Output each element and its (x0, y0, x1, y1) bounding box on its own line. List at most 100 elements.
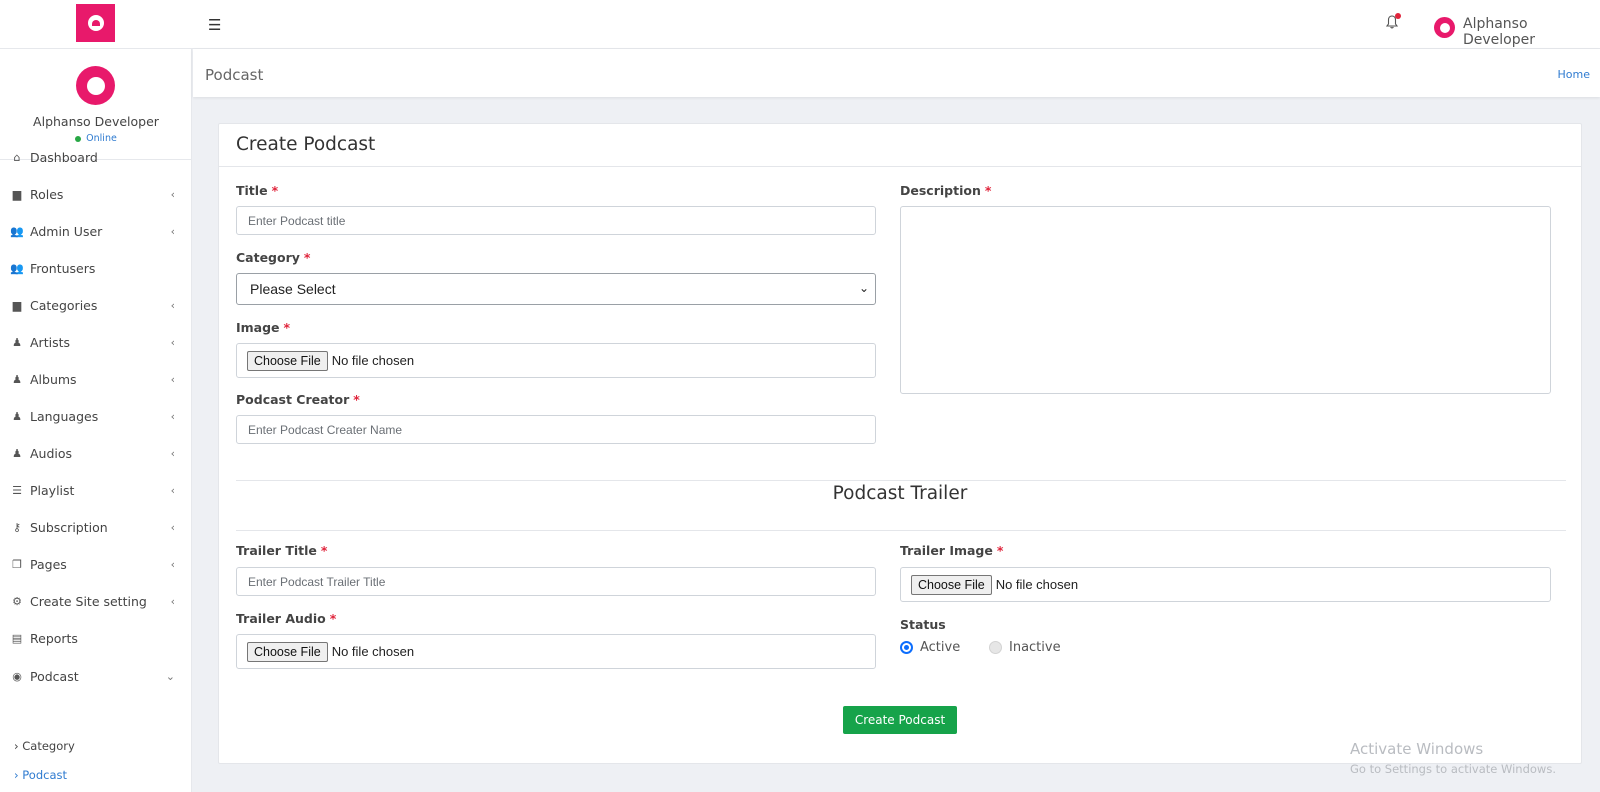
title-label: Title * (236, 183, 279, 198)
content-header: Podcast Home (193, 49, 1600, 97)
sidebar-item-create-site-setting[interactable]: ⚙ Create Site setting ‹ (0, 583, 192, 619)
key-icon: ⚷ (12, 520, 22, 534)
create-podcast-card: Create Podcast Title* Category* Please S… (218, 123, 1582, 764)
sidebar-item-languages[interactable]: ♟ Languages ‹ (0, 398, 192, 434)
category-selected-value: Please Select (250, 281, 336, 297)
sidebar-item-label: Reports (30, 630, 78, 646)
file-excel-icon: ▤ (11, 631, 23, 645)
sidebar-item-roles[interactable]: ▆ Roles ‹ (0, 176, 192, 212)
chevron-left-icon: ‹ (170, 372, 175, 386)
sidebar-item-label: Artists (30, 334, 70, 350)
sidebar-item-label: Languages (30, 408, 99, 424)
logo-mark-icon (87, 15, 104, 31)
sidebar-item-podcast[interactable]: ◉ Podcast ⌄ (0, 658, 192, 694)
sidebar-item-label: Playlist (30, 482, 75, 498)
sidebar-item-admin-user[interactable]: 👥 Admin User ‹ (0, 213, 192, 249)
title-input[interactable] (236, 206, 876, 235)
top-navbar: ☰ Alphanso Developer (0, 0, 1600, 49)
podcast-creator-input[interactable] (236, 415, 876, 444)
sidebar-item-label: Categories (30, 297, 98, 313)
briefcase-icon: ▆ (12, 298, 22, 312)
status-inactive-radio[interactable] (989, 641, 1002, 654)
briefcase-icon: ▆ (12, 187, 22, 201)
chevron-left-icon: ‹ (170, 483, 175, 497)
image-file-status: No file chosen (331, 353, 415, 368)
chevron-left-icon: ‹ (170, 520, 175, 534)
podcast-trailer-heading: Podcast Trailer (832, 483, 968, 504)
trailer-audio-choose-file-button[interactable]: Choose File (247, 641, 328, 662)
app-logo[interactable] (76, 4, 115, 42)
description-textarea[interactable] (900, 206, 1551, 394)
person-icon: ♟ (12, 372, 22, 386)
person-icon: ♟ (12, 409, 22, 423)
podcast-creator-label: Podcast Creator * (236, 392, 360, 407)
sidebar-item-frontusers[interactable]: 👥 Frontusers (0, 250, 192, 286)
status-label: Status (900, 617, 946, 632)
gears-icon: ⚙ (12, 594, 22, 608)
description-label: Description * (900, 183, 992, 198)
breadcrumb-home-link[interactable]: Home (1558, 68, 1590, 81)
activate-windows-subtitle: Go to Settings to activate Windows. (1350, 762, 1556, 776)
sidebar: Alphanso Developer Online ⌂ Dashboard ▆ Rol… (0, 49, 192, 792)
status-active-option[interactable]: Active (900, 640, 960, 655)
sidebar-item-dashboard[interactable]: ⌂ Dashboard (0, 139, 192, 175)
chevron-left-icon: ‹ (170, 446, 175, 460)
sidebar-item-label: Pages (30, 556, 67, 572)
section-divider-bottom (236, 530, 1566, 531)
sidebar-item-label: Admin User (30, 223, 103, 239)
sidebar-item-label: Audios (30, 445, 73, 461)
chevron-left-icon: ‹ (170, 335, 175, 349)
create-podcast-button[interactable]: Create Podcast (843, 706, 957, 734)
users-icon: 👥 (10, 261, 24, 275)
users-icon: 👥 (10, 224, 24, 238)
chevron-left-icon: ‹ (170, 187, 175, 201)
activate-windows-title: Activate Windows (1350, 740, 1484, 758)
sidebar-item-label: Podcast (30, 668, 79, 684)
trailer-audio-file-input[interactable]: Choose File No file chosen (236, 634, 876, 669)
notification-badge (1395, 13, 1401, 19)
profile-avatar (76, 66, 115, 105)
image-file-input[interactable]: Choose File No file chosen (236, 343, 876, 378)
category-select[interactable]: Please Select ⌄ (236, 273, 876, 305)
user-avatar[interactable] (1434, 17, 1455, 38)
status-inactive-option[interactable]: Inactive (989, 640, 1061, 655)
sidebar-item-label: Albums (30, 371, 77, 387)
chevron-left-icon: ‹ (170, 224, 175, 238)
sidebar-item-audios[interactable]: ♟ Audios ‹ (0, 435, 192, 471)
sidebar-item-label: Create Site setting (30, 593, 147, 609)
image-label: Image * (236, 320, 291, 335)
sidebar-item-pages[interactable]: ❐ Pages ‹ (0, 546, 192, 582)
trailer-image-choose-file-button[interactable]: Choose File (911, 574, 992, 595)
card-header-divider (219, 166, 1581, 167)
user-menu-name[interactable]: Alphanso Developer (1463, 16, 1600, 48)
trailer-image-label: Trailer Image * (900, 543, 1004, 558)
sidebar-item-albums[interactable]: ♟ Albums ‹ (0, 361, 192, 397)
chevron-down-icon: ⌄ (858, 281, 869, 295)
section-divider-top (236, 480, 1566, 481)
trailer-title-label: Trailer Title * (236, 543, 328, 558)
trailer-image-file-status: No file chosen (995, 577, 1079, 592)
sidebar-item-label: Roles (30, 186, 64, 202)
menu-toggle-icon[interactable]: ☰ (208, 16, 221, 34)
sidebar-item-reports[interactable]: ▤ Reports (0, 620, 192, 656)
person-icon: ♟ (12, 446, 22, 460)
trailer-title-input[interactable] (236, 567, 876, 596)
chevron-left-icon: ‹ (170, 409, 175, 423)
trailer-image-file-input[interactable]: Choose File No file chosen (900, 567, 1551, 602)
image-choose-file-button[interactable]: Choose File (247, 350, 328, 371)
sidebar-item-artists[interactable]: ♟ Artists ‹ (0, 324, 192, 360)
sidebar-subitem-category[interactable]: › Category (14, 739, 75, 753)
sidebar-subitem-podcast[interactable]: › Podcast (14, 768, 67, 782)
pages-icon: ❐ (12, 557, 22, 571)
sidebar-item-label: Frontusers (30, 260, 96, 276)
sidebar-item-label: Subscription (30, 519, 108, 535)
chevron-down-icon: ⌄ (165, 669, 175, 683)
sidebar-item-subscription[interactable]: ⚷ Subscription ‹ (0, 509, 192, 545)
sidebar-item-categories[interactable]: ▆ Categories ‹ (0, 287, 192, 323)
chevron-left-icon: ‹ (170, 298, 175, 312)
sidebar-item-playlist[interactable]: ☰ Playlist ‹ (0, 472, 192, 508)
profile-name: Alphanso Developer (33, 114, 159, 129)
person-icon: ♟ (12, 335, 22, 349)
category-label: Category * (236, 250, 311, 265)
status-active-radio[interactable] (900, 641, 913, 654)
